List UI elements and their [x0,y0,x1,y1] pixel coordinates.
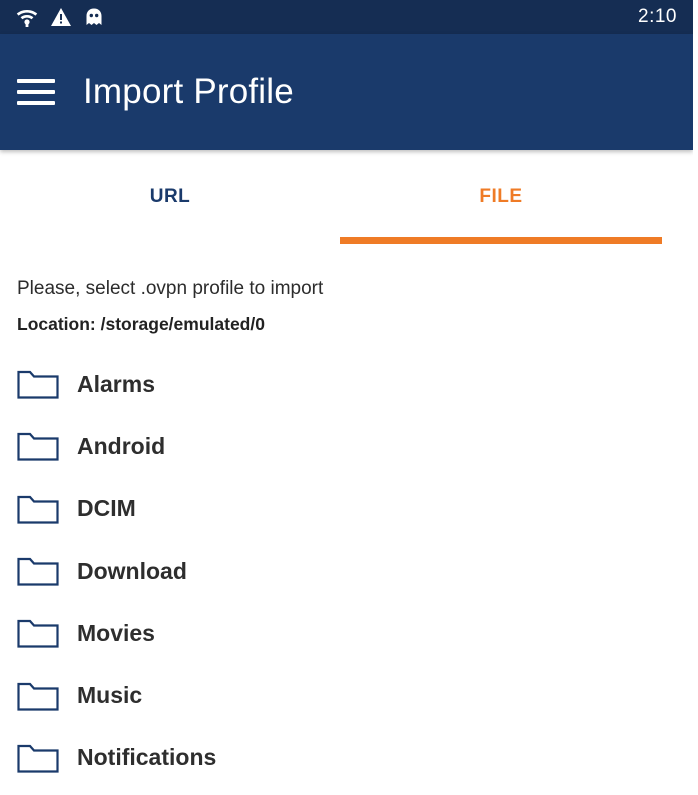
folder-icon [17,680,59,712]
screen: 2:10 Import Profile URL FILE Please, sel… [0,0,693,795]
tab-file[interactable]: FILE [340,150,662,244]
folder-name: Alarms [77,370,155,397]
folder-list: Alarms Android DCIM Download Movies Musi… [17,353,676,789]
folder-item-alarms[interactable]: Alarms [17,353,676,415]
ghost-icon [84,7,104,27]
tab-selected-indicator [340,237,662,244]
hamburger-menu-icon[interactable] [15,71,57,113]
app-bar: Import Profile [0,34,693,150]
folder-item-dcim[interactable]: DCIM [17,478,676,540]
folder-item-music[interactable]: Music [17,664,676,726]
folder-icon [17,555,59,587]
folder-item-movies[interactable]: Movies [17,602,676,664]
instruction-text: Please, select .ovpn profile to import [17,278,324,299]
tab-url-label: URL [149,186,191,207]
location-path: Location: /storage/emulated/0 [17,314,265,334]
folder-icon [17,493,59,525]
warning-icon [50,7,72,27]
folder-icon [17,368,59,400]
folder-item-notifications[interactable]: Notifications [17,727,676,789]
folder-icon [17,742,59,774]
page-title: Import Profile [83,72,294,111]
tab-bar: URL FILE [0,150,693,244]
folder-name: Music [77,682,143,709]
folder-item-download[interactable]: Download [17,540,676,602]
folder-name: DCIM [77,495,136,522]
folder-icon [17,617,59,649]
folder-item-android[interactable]: Android [17,415,676,477]
tab-file-label: FILE [479,186,523,207]
folder-name: Android [77,432,166,459]
folder-name: Download [77,557,187,584]
file-browser: Please, select .ovpn profile to import L… [0,278,693,789]
status-time: 2:10 [638,6,677,27]
folder-icon [17,430,59,462]
wifi-icon [16,7,38,27]
folder-name: Movies [77,619,155,646]
status-bar: 2:10 [0,0,693,34]
folder-name: Notifications [77,744,217,771]
status-icons [16,7,104,27]
tab-url[interactable]: URL [0,150,340,244]
